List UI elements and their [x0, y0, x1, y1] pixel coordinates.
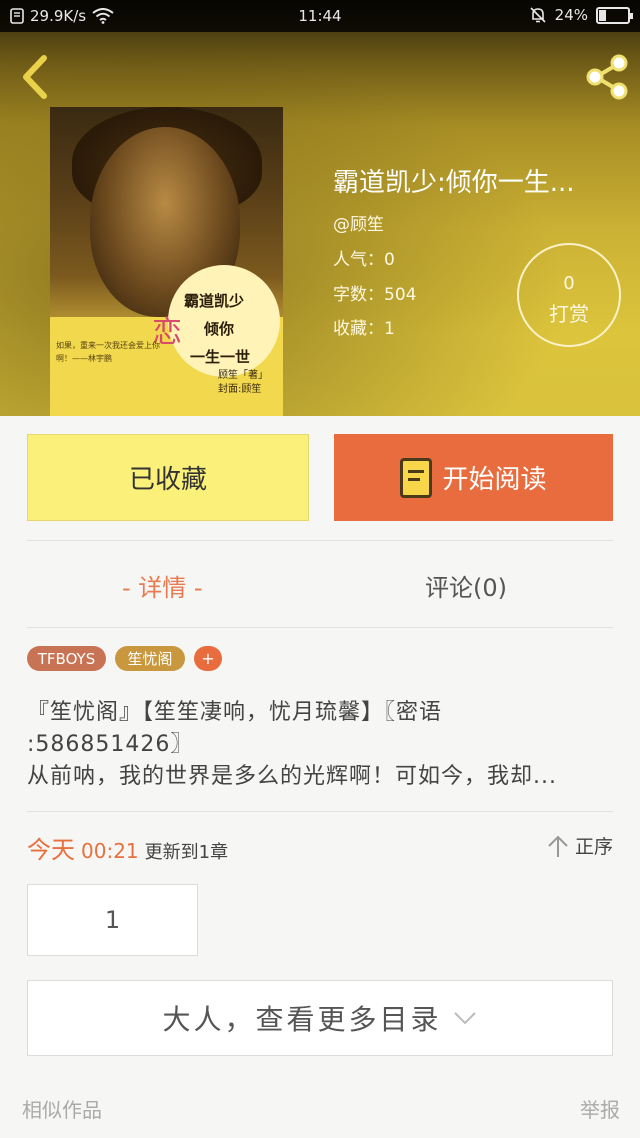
more-catalog-button[interactable]: 大人，查看更多目录 [27, 980, 613, 1056]
tag-tfboys[interactable]: TFBOYS [27, 646, 106, 671]
popularity-stat: 人气：0 [333, 250, 395, 270]
cover-title: 霸道凯少 倾你 一生一世 [184, 292, 251, 366]
update-chapter: 更新到1章 [144, 842, 229, 863]
book-header: 29.9K/s 11:44 24% 霸道凯少 倾你 一生一世 恋 如果，重来一次… [0, 0, 640, 416]
divider [27, 811, 613, 812]
chevron-left-icon [23, 55, 47, 99]
similar-works-heading: 相似作品 [22, 1098, 102, 1122]
divider [27, 627, 613, 628]
book-title: 霸道凯少:倾你一生... [333, 168, 575, 198]
battery-percent: 24% [554, 6, 588, 24]
word-count-stat: 字数：504 [333, 285, 417, 305]
book-author[interactable]: @顾笙 [333, 210, 384, 235]
update-time: 00:21 [81, 839, 139, 863]
tip-label: 打赏 [549, 302, 589, 326]
tip-count: 0 [563, 273, 575, 294]
book-description[interactable]: 『笙忧阁』【笙笙凄响，忧月琉馨】〖密语 :586851426〗 从前呐，我的世界… [27, 697, 613, 793]
cover-quote: 如果，重来一次我还会爱上你啊！——林宇鹏 [56, 341, 160, 363]
more-catalog-label: 大人，查看更多目录 [162, 1003, 442, 1036]
cover-credit: 顾笙「著」 封面:顾笙 [218, 370, 268, 395]
add-tag-button[interactable]: + [194, 646, 222, 671]
book-icon [400, 457, 433, 498]
chevron-down-icon [453, 1012, 476, 1025]
favorited-button[interactable]: 已收藏 [27, 434, 309, 521]
start-reading-button[interactable]: 开始阅读 [334, 434, 613, 521]
mute-icon [530, 7, 546, 23]
sort-button[interactable]: 正序 [547, 832, 613, 859]
tab-comments[interactable]: 评论(0) [425, 568, 507, 603]
start-reading-label: 开始阅读 [442, 465, 547, 495]
sort-label: 正序 [574, 836, 613, 858]
tip-button[interactable]: 0 打赏 [517, 243, 621, 347]
report-link[interactable]: 举报 [580, 1094, 620, 1123]
chapter-item[interactable]: 1 [27, 884, 198, 956]
battery-icon [596, 6, 633, 24]
tag-group[interactable]: 笙忧阁 [115, 646, 185, 671]
divider [27, 540, 613, 541]
book-cover[interactable]: 霸道凯少 倾你 一生一世 恋 如果，重来一次我还会爱上你啊！——林宇鹏 顾笙「著… [50, 107, 283, 416]
arrow-up-icon [548, 835, 568, 857]
share-button[interactable] [582, 52, 632, 102]
share-icon [586, 54, 628, 100]
tab-detail[interactable]: - 详情 - [122, 568, 203, 603]
status-bar: 29.9K/s 11:44 24% [0, 0, 640, 32]
favorites-stat: 收藏：1 [333, 319, 395, 339]
update-info: 今天 00:21 更新到1章 [27, 830, 228, 865]
update-day: 今天 [27, 836, 75, 864]
back-button[interactable] [14, 52, 58, 102]
